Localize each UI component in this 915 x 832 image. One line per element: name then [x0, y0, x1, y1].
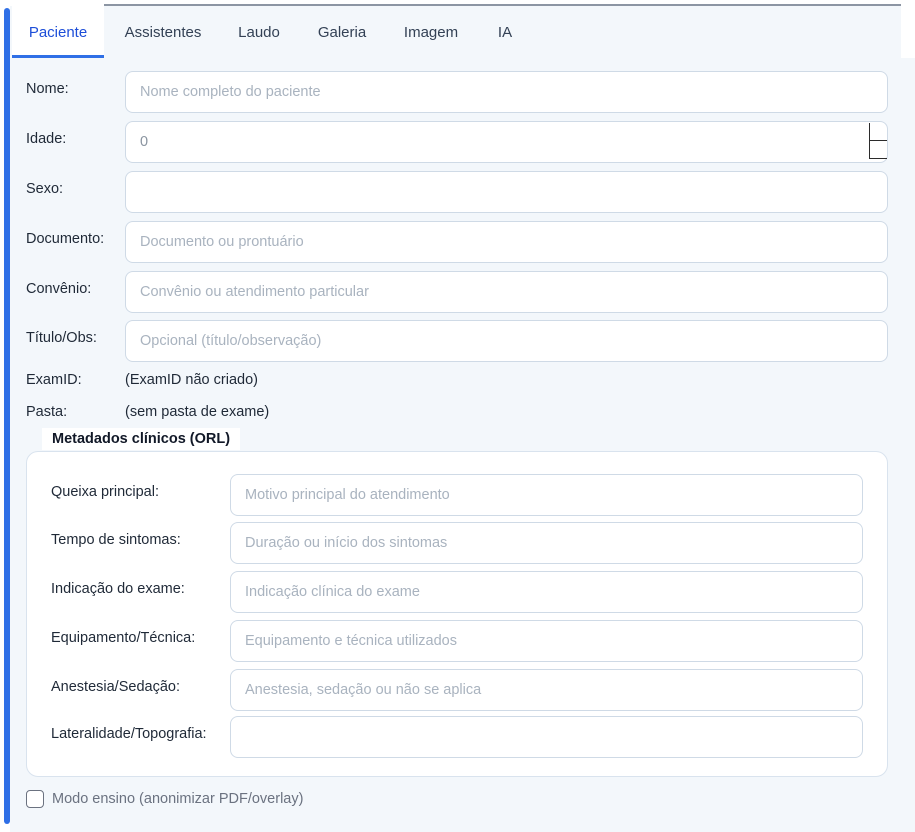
teaching-mode-label[interactable]: Modo ensino (anonimizar PDF/overlay) — [52, 791, 303, 807]
age-spinbox[interactable] — [125, 121, 888, 163]
folder-label: Pasta: — [26, 404, 68, 420]
tab-paciente[interactable]: Paciente — [12, 6, 104, 58]
insurance-input[interactable] — [125, 271, 888, 313]
top-divider — [104, 4, 901, 6]
exam-id-value: (ExamID não criado) — [125, 372, 258, 388]
tab-assistentes[interactable]: Assistentes — [110, 6, 216, 58]
tab-imagem[interactable]: Imagem — [388, 6, 474, 58]
anesthesia-label: Anestesia/Sedação: — [51, 679, 180, 695]
document-input[interactable] — [125, 221, 888, 263]
folder-value: (sem pasta de exame) — [125, 404, 270, 420]
tab-bar: Paciente Assistentes Laudo Galeria Image… — [10, 6, 901, 58]
title-obs-label: Título/Obs: — [26, 330, 97, 346]
name-input[interactable] — [125, 71, 888, 113]
indication-label: Indicação do exame: — [51, 581, 185, 597]
age-label: Idade: — [26, 131, 67, 147]
age-spin-buttons[interactable] — [869, 123, 887, 159]
laterality-input[interactable] — [230, 716, 863, 758]
laterality-label: Lateralidade/Topografia: — [51, 726, 207, 742]
equipment-input[interactable] — [230, 620, 863, 662]
patient-form-window: Paciente Assistentes Laudo Galeria Image… — [0, 0, 915, 832]
tab-galeria[interactable]: Galeria — [304, 6, 380, 58]
sex-input[interactable] — [125, 171, 888, 213]
sex-label: Sexo: — [26, 181, 64, 197]
name-label: Nome: — [26, 81, 69, 97]
title-obs-input[interactable] — [125, 320, 888, 362]
tab-laudo[interactable]: Laudo — [224, 6, 294, 58]
equipment-label: Equipamento/Técnica: — [51, 630, 196, 646]
complaint-input[interactable] — [230, 474, 863, 516]
symptom-time-input[interactable] — [230, 522, 863, 564]
symptom-time-label: Tempo de sintomas: — [51, 532, 181, 548]
anesthesia-input[interactable] — [230, 669, 863, 711]
document-label: Documento: — [26, 231, 105, 247]
exam-id-label: ExamID: — [26, 372, 82, 388]
tab-ia[interactable]: IA — [484, 6, 526, 58]
clinical-metadata-title: Metadados clínicos (ORL) — [42, 428, 241, 450]
indication-input[interactable] — [230, 571, 863, 613]
complaint-label: Queixa principal: — [51, 484, 159, 500]
insurance-label: Convênio: — [26, 281, 92, 297]
left-accent-bar — [4, 8, 10, 824]
teaching-mode-checkbox[interactable] — [26, 790, 44, 808]
